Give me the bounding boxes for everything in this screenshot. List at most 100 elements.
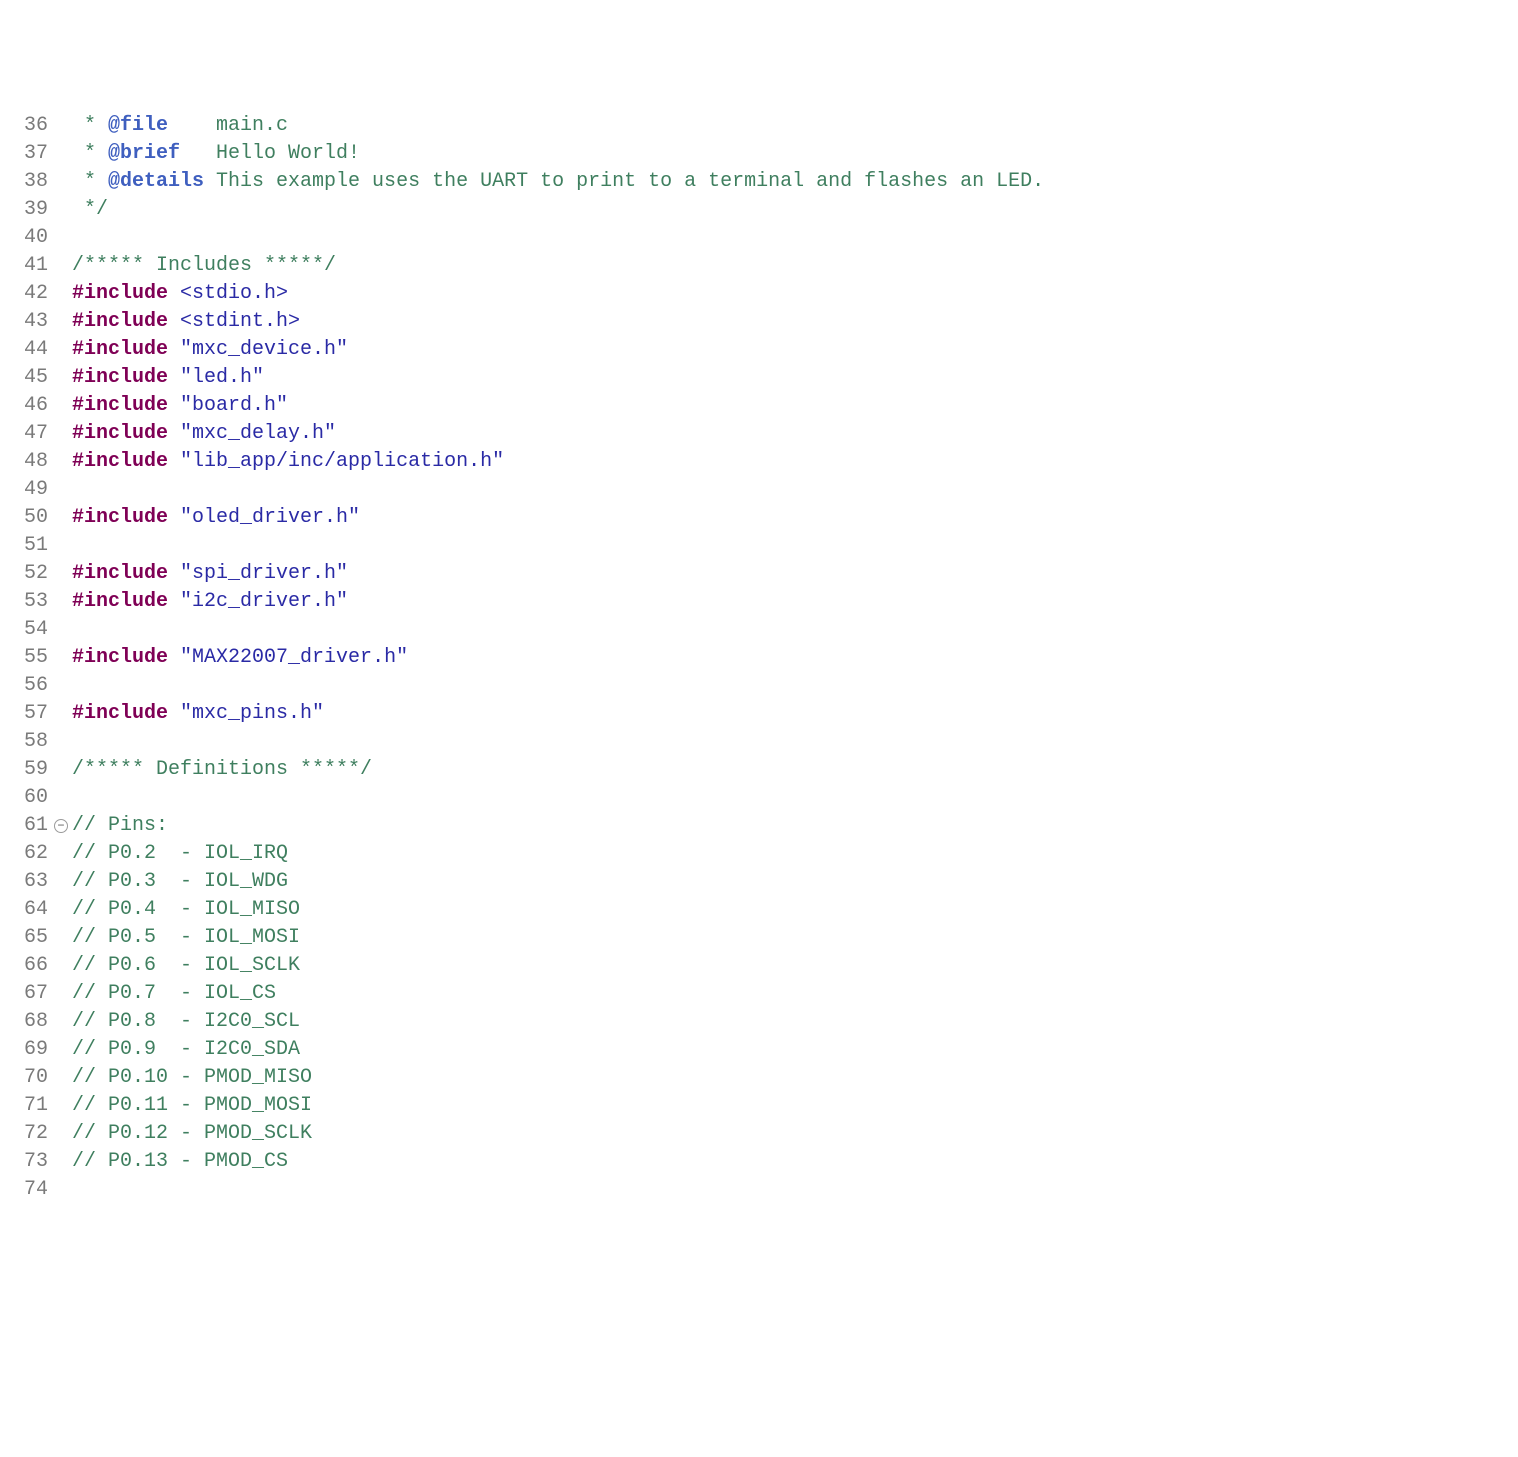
code-token: #include: [72, 702, 168, 725]
code-editor[interactable]: 36 * @file main.c37 * @brief Hello World…: [0, 112, 1518, 1204]
line-number: 65: [0, 924, 54, 952]
code-line[interactable]: 63// P0.3 - IOL_WDG: [0, 868, 1518, 896]
code-content[interactable]: // P0.3 - IOL_WDG: [54, 868, 1518, 896]
code-line[interactable]: 71// P0.11 - PMOD_MOSI: [0, 1092, 1518, 1120]
code-line[interactable]: 59/***** Definitions *****/: [0, 756, 1518, 784]
code-content[interactable]: #include <stdint.h>: [54, 308, 1518, 336]
code-line[interactable]: 60: [0, 784, 1518, 812]
code-content[interactable]: * @brief Hello World!: [54, 140, 1518, 168]
line-number: 57: [0, 700, 54, 728]
code-line[interactable]: 44#include "mxc_device.h": [0, 336, 1518, 364]
line-number: 51: [0, 532, 54, 560]
code-token: [168, 394, 180, 417]
code-token: [168, 338, 180, 361]
fold-toggle-icon[interactable]: −: [54, 819, 68, 833]
code-line[interactable]: 56: [0, 672, 1518, 700]
code-line[interactable]: 40: [0, 224, 1518, 252]
code-token: [168, 310, 180, 333]
code-content[interactable]: #include "oled_driver.h": [54, 504, 1518, 532]
code-token: [168, 702, 180, 725]
code-content[interactable]: #include "MAX22007_driver.h": [54, 644, 1518, 672]
code-line[interactable]: 39 */: [0, 196, 1518, 224]
code-line[interactable]: 42#include <stdio.h>: [0, 280, 1518, 308]
code-content[interactable]: #include <stdio.h>: [54, 280, 1518, 308]
code-line[interactable]: 50#include "oled_driver.h": [0, 504, 1518, 532]
code-content[interactable]: */: [54, 196, 1518, 224]
code-content[interactable]: // P0.11 - PMOD_MOSI: [54, 1092, 1518, 1120]
code-content[interactable]: #include "lib_app/inc/application.h": [54, 448, 1518, 476]
code-line[interactable]: 58: [0, 728, 1518, 756]
code-content[interactable]: #include "mxc_device.h": [54, 336, 1518, 364]
code-token: <stdio.h>: [180, 282, 288, 305]
code-token: // Pins:: [72, 814, 168, 837]
code-content[interactable]: #include "led.h": [54, 364, 1518, 392]
code-line[interactable]: 69// P0.9 - I2C0_SDA: [0, 1036, 1518, 1064]
line-number: 52: [0, 560, 54, 588]
code-line[interactable]: 72// P0.12 - PMOD_SCLK: [0, 1120, 1518, 1148]
line-number: 54: [0, 616, 54, 644]
code-line[interactable]: 54: [0, 616, 1518, 644]
code-token: "mxc_pins.h": [180, 702, 324, 725]
code-content[interactable]: // P0.4 - IOL_MISO: [54, 896, 1518, 924]
code-line[interactable]: 61− // Pins:: [0, 812, 1518, 840]
code-content[interactable]: // P0.6 - IOL_SCLK: [54, 952, 1518, 980]
code-line[interactable]: 36 * @file main.c: [0, 112, 1518, 140]
code-content[interactable]: #include "i2c_driver.h": [54, 588, 1518, 616]
code-line[interactable]: 37 * @brief Hello World!: [0, 140, 1518, 168]
line-number: 61−: [0, 812, 54, 840]
code-content[interactable]: #include "mxc_delay.h": [54, 420, 1518, 448]
code-line[interactable]: 53#include "i2c_driver.h": [0, 588, 1518, 616]
code-token: *: [72, 170, 108, 193]
code-line[interactable]: 49: [0, 476, 1518, 504]
code-line[interactable]: 64// P0.4 - IOL_MISO: [0, 896, 1518, 924]
code-line[interactable]: 48#include "lib_app/inc/application.h": [0, 448, 1518, 476]
code-line[interactable]: 57#include "mxc_pins.h": [0, 700, 1518, 728]
code-line[interactable]: 65// P0.5 - IOL_MOSI: [0, 924, 1518, 952]
code-line[interactable]: 70// P0.10 - PMOD_MISO: [0, 1064, 1518, 1092]
code-line[interactable]: 74: [0, 1176, 1518, 1204]
code-line[interactable]: 66// P0.6 - IOL_SCLK: [0, 952, 1518, 980]
code-content[interactable]: #include "mxc_pins.h": [54, 700, 1518, 728]
code-line[interactable]: 47#include "mxc_delay.h": [0, 420, 1518, 448]
code-line[interactable]: 62// P0.2 - IOL_IRQ: [0, 840, 1518, 868]
code-content[interactable]: // P0.9 - I2C0_SDA: [54, 1036, 1518, 1064]
code-line[interactable]: 51: [0, 532, 1518, 560]
code-content[interactable]: #include "board.h": [54, 392, 1518, 420]
code-line[interactable]: 41/***** Includes *****/: [0, 252, 1518, 280]
code-content[interactable]: // P0.8 - I2C0_SCL: [54, 1008, 1518, 1036]
code-line[interactable]: 45#include "led.h": [0, 364, 1518, 392]
line-number: 62: [0, 840, 54, 868]
code-line[interactable]: 73// P0.13 - PMOD_CS: [0, 1148, 1518, 1176]
code-line[interactable]: 68// P0.8 - I2C0_SCL: [0, 1008, 1518, 1036]
code-line[interactable]: 52#include "spi_driver.h": [0, 560, 1518, 588]
code-content[interactable]: /***** Definitions *****/: [54, 756, 1518, 784]
code-token: #include: [72, 646, 168, 669]
code-line[interactable]: 55#include "MAX22007_driver.h": [0, 644, 1518, 672]
code-line[interactable]: 67// P0.7 - IOL_CS: [0, 980, 1518, 1008]
line-number: 56: [0, 672, 54, 700]
code-token: [168, 422, 180, 445]
line-number: 43: [0, 308, 54, 336]
code-line[interactable]: 46#include "board.h": [0, 392, 1518, 420]
code-content[interactable]: /***** Includes *****/: [54, 252, 1518, 280]
code-content[interactable]: #include "spi_driver.h": [54, 560, 1518, 588]
code-content[interactable]: * @details This example uses the UART to…: [54, 168, 1518, 196]
code-token: "lib_app/inc/application.h": [180, 450, 504, 473]
line-number: 38: [0, 168, 54, 196]
code-token: "mxc_delay.h": [180, 422, 336, 445]
code-content[interactable]: // P0.2 - IOL_IRQ: [54, 840, 1518, 868]
code-line[interactable]: 38 * @details This example uses the UART…: [0, 168, 1518, 196]
code-content[interactable]: // P0.7 - IOL_CS: [54, 980, 1518, 1008]
code-content[interactable]: // P0.5 - IOL_MOSI: [54, 924, 1518, 952]
code-line[interactable]: 43#include <stdint.h>: [0, 308, 1518, 336]
code-content[interactable]: // P0.10 - PMOD_MISO: [54, 1064, 1518, 1092]
code-token: [168, 562, 180, 585]
code-content[interactable]: // P0.12 - PMOD_SCLK: [54, 1120, 1518, 1148]
line-number: 36: [0, 112, 54, 140]
code-content[interactable]: // Pins:: [54, 812, 1518, 840]
code-content[interactable]: // P0.13 - PMOD_CS: [54, 1148, 1518, 1176]
code-token: <stdint.h>: [180, 310, 300, 333]
line-number: 64: [0, 896, 54, 924]
line-number: 74: [0, 1176, 54, 1204]
code-content[interactable]: * @file main.c: [54, 112, 1518, 140]
